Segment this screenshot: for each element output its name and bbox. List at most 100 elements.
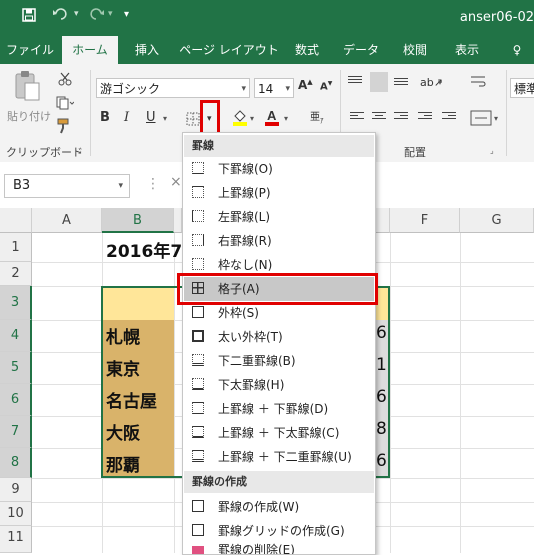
column-header-b[interactable]: B (102, 208, 174, 233)
row-header-11[interactable]: 11 (0, 526, 32, 553)
dialog-launcher-icon[interactable]: ⌟ (78, 146, 82, 155)
menu-item-right-border[interactable]: 右罫線(R) (184, 229, 374, 253)
copy-icon[interactable] (56, 96, 75, 114)
city-cell-5[interactable]: 那覇 (106, 451, 140, 476)
value-cell-5[interactable]: 6 (376, 451, 387, 471)
menu-item-top-double-bottom-border[interactable]: 上罫線 ＋ 下二重罫線(U) (184, 445, 374, 469)
cut-icon[interactable] (58, 72, 72, 90)
column-header-a[interactable]: A (32, 208, 102, 233)
customize-qat-button[interactable]: ▾ (124, 9, 129, 20)
wrap-text-icon[interactable] (470, 74, 488, 94)
row-header-5[interactable]: 5 (0, 352, 32, 384)
redo-icon[interactable] (87, 7, 105, 25)
column-header-c[interactable] (174, 208, 182, 233)
city-cell-3[interactable]: 名古屋 (106, 387, 157, 412)
all-borders-highlight (177, 273, 378, 305)
tab-file[interactable]: ファイル (6, 36, 54, 64)
shrink-font-icon[interactable]: A▼ (320, 80, 332, 92)
grow-font-icon[interactable]: A▲ (298, 78, 313, 92)
title-bar: ▾ ▾ ▾ anser06-02 (0, 0, 534, 36)
row-header-9[interactable]: 9 (0, 478, 32, 502)
undo-icon[interactable] (52, 7, 70, 25)
alignment-group-label: 配置 (404, 146, 426, 159)
row-header-3[interactable]: 3 (0, 286, 32, 320)
tab-home[interactable]: ホーム (62, 36, 118, 64)
menu-item-label: 枠なし(N) (218, 258, 273, 272)
decrease-indent-icon[interactable] (418, 112, 432, 124)
column-header-e[interactable] (374, 208, 390, 233)
bold-button[interactable]: B (100, 110, 110, 125)
tab-insert[interactable]: 挿入 (124, 36, 170, 64)
underline-dropdown-icon[interactable]: ▾ (163, 114, 167, 123)
city-cell-4[interactable]: 大阪 (106, 419, 140, 444)
font-color-dropdown-icon[interactable]: ▾ (284, 114, 288, 123)
merge-center-icon[interactable] (470, 110, 492, 130)
select-all-button[interactable] (0, 208, 32, 233)
outside-borders-icon (192, 306, 204, 318)
paste-icon[interactable] (12, 70, 42, 101)
menu-item-thick-bottom-border[interactable]: 下太罫線(H) (184, 373, 374, 397)
menu-item-top-border[interactable]: 上罫線(P) (184, 181, 374, 205)
column-header-f[interactable]: F (390, 208, 460, 233)
italic-button[interactable]: I (124, 110, 129, 125)
row-header-4[interactable]: 4 (0, 320, 32, 352)
tab-page-layout[interactable]: ページ レイアウト (176, 36, 282, 64)
fill-dropdown-icon[interactable]: ▾ (250, 114, 254, 123)
font-color-icon[interactable]: A (264, 108, 280, 130)
row-header-10[interactable]: 10 (0, 502, 32, 526)
city-cell-2[interactable]: 東京 (106, 355, 140, 380)
align-center-icon[interactable] (372, 112, 386, 124)
column-header-g[interactable]: G (460, 208, 534, 233)
row-header-2[interactable]: 2 (0, 262, 32, 286)
menu-item-label: 下太罫線(H) (218, 378, 285, 392)
format-painter-icon[interactable] (56, 118, 72, 138)
row-header-8[interactable]: 8 (0, 448, 32, 478)
menu-item-label: 外枠(S) (218, 306, 259, 320)
value-cell-3[interactable]: 6 (376, 387, 387, 407)
font-size-value: 14 (258, 82, 274, 96)
tab-review[interactable]: 校閲 (392, 36, 438, 64)
increase-indent-icon[interactable] (442, 112, 456, 124)
underline-button[interactable]: U (146, 110, 156, 125)
save-icon[interactable] (22, 8, 36, 26)
menu-item-bottom-border[interactable]: 下罫線(O) (184, 157, 374, 181)
value-cell-1[interactable]: 6 (376, 323, 387, 343)
row-header-1[interactable]: 1 (0, 233, 32, 262)
tab-formulas[interactable]: 数式 (286, 36, 328, 64)
paste-button[interactable]: 貼り付け (6, 108, 52, 124)
menu-item-erase-border[interactable]: 罫線の削除(E) (184, 543, 374, 554)
name-box[interactable]: B3 ▾ (4, 174, 130, 198)
row-header-6[interactable]: 6 (0, 384, 32, 416)
title-cell[interactable]: 2016年7 (106, 237, 182, 262)
menu-item-draw-border[interactable]: 罫線の作成(W) (184, 495, 374, 519)
align-top-icon[interactable] (348, 76, 362, 88)
bottom-border-icon (192, 162, 204, 174)
tab-view[interactable]: 表示 (444, 36, 490, 64)
menu-item-draw-border-grid[interactable]: 罫線グリッドの作成(G) (184, 519, 374, 543)
phonetic-icon[interactable]: 亜ｱ (310, 108, 324, 126)
menu-item-bottom-double-border[interactable]: 下二重罫線(B) (184, 349, 374, 373)
right-border-icon (192, 234, 204, 246)
number-format-combo[interactable]: 標準 (510, 78, 534, 98)
align-bottom-icon[interactable] (394, 78, 408, 90)
menu-item-top-thick-bottom-border[interactable]: 上罫線 ＋ 下太罫線(C) (184, 421, 374, 445)
font-name-value: 游ゴシック (100, 82, 161, 96)
menu-item-label: 罫線グリッドの作成(G) (218, 524, 345, 538)
align-right-icon[interactable] (394, 112, 408, 124)
menu-item-top-bottom-border[interactable]: 上罫線 ＋ 下罫線(D) (184, 397, 374, 421)
menu-item-left-border[interactable]: 左罫線(L) (184, 205, 374, 229)
value-cell-4[interactable]: 8 (376, 419, 387, 439)
draw-border-icon (192, 500, 204, 512)
font-name-combo[interactable]: 游ゴシック ▾ (96, 78, 250, 98)
city-cell-1[interactable]: 札幌 (106, 323, 140, 348)
borders-icon[interactable] (186, 112, 200, 130)
font-size-combo[interactable]: 14 ▾ (254, 78, 294, 98)
menu-item-thick-box-border[interactable]: 太い外枠(T) (184, 325, 374, 349)
tab-data[interactable]: データ (334, 36, 388, 64)
fill-color-icon[interactable] (232, 108, 248, 130)
row-header-7[interactable]: 7 (0, 416, 32, 448)
align-middle-icon[interactable] (370, 72, 388, 92)
align-left-icon[interactable] (350, 112, 364, 124)
value-cell-2[interactable]: 1 (376, 355, 387, 375)
tell-me-icon[interactable]: ♀ (500, 36, 534, 64)
